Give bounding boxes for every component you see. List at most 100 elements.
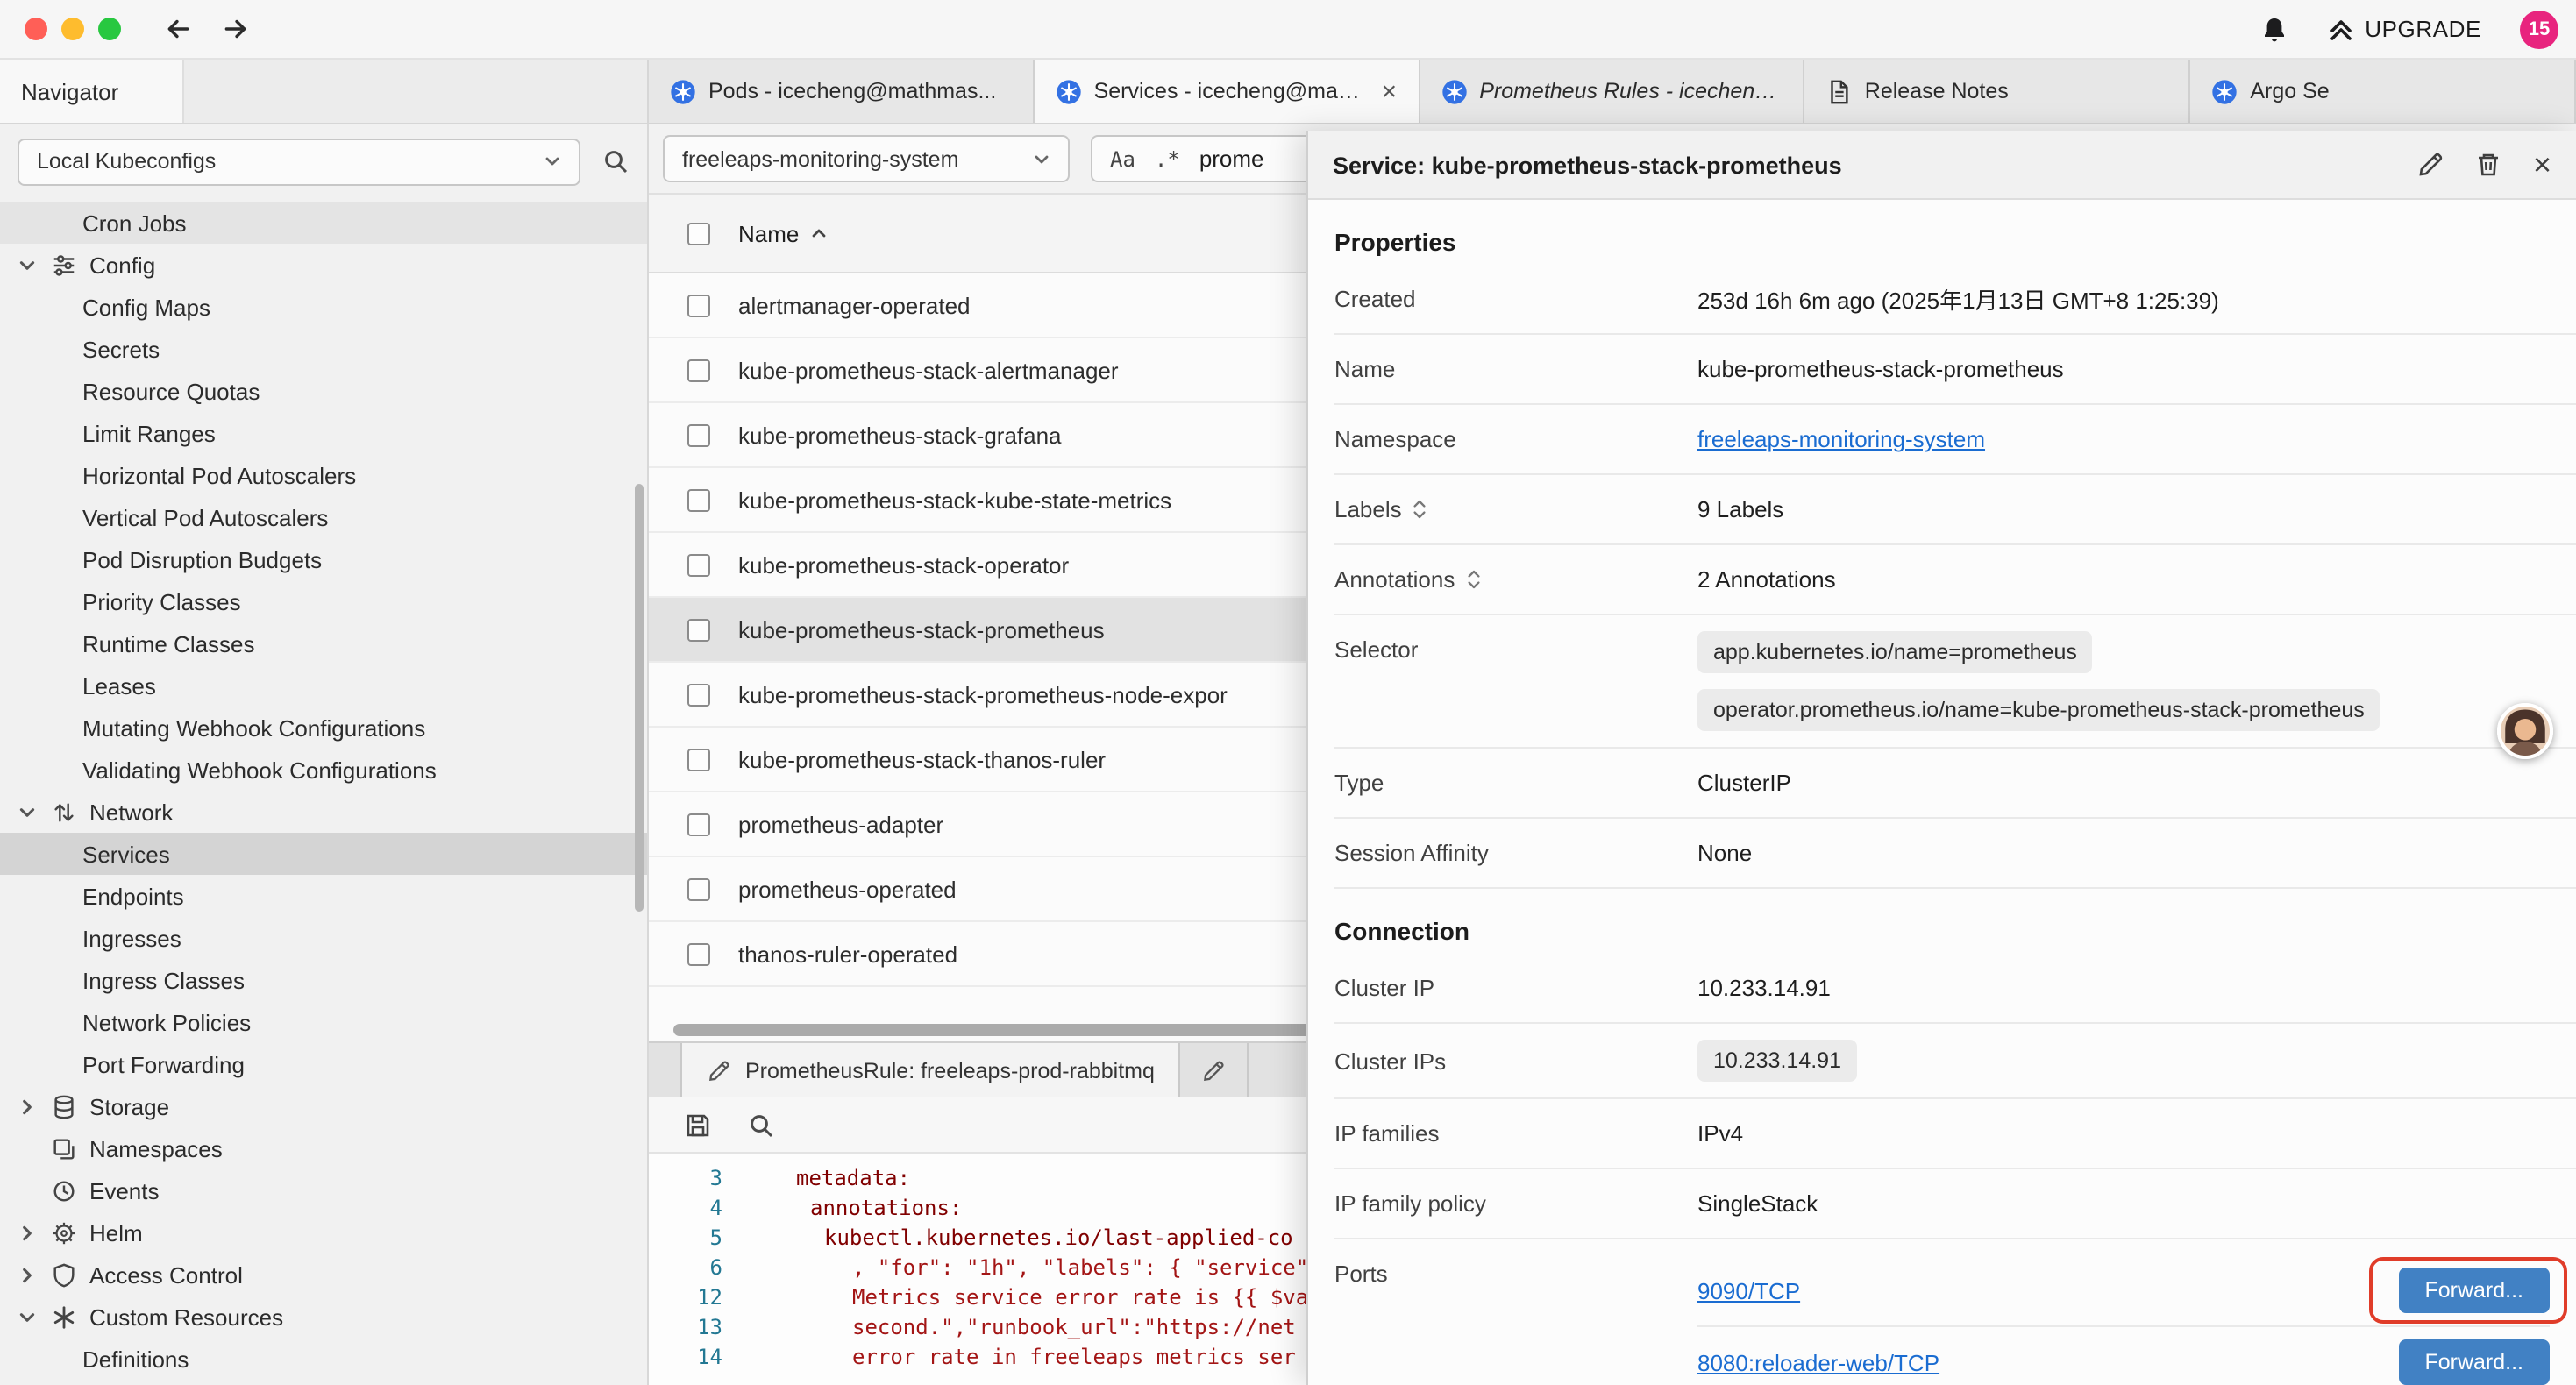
row-checkbox[interactable] — [687, 553, 710, 576]
kubernetes-icon — [670, 78, 696, 104]
chevron-down-icon[interactable] — [16, 255, 39, 274]
sidebar-item-ingresses[interactable]: Ingresses — [0, 917, 647, 959]
shield-icon — [51, 1261, 77, 1288]
sidebar-item-label: Cron Jobs — [82, 210, 187, 236]
sidebar-item-mutating-webhook-configurations[interactable]: Mutating Webhook Configurations — [0, 707, 647, 749]
detail-row-labels: Labels9 Labels — [1334, 475, 2576, 545]
namespace-filter-dropdown[interactable]: freeleaps-monitoring-system — [663, 135, 1070, 182]
close-icon[interactable]: × — [2533, 149, 2551, 181]
service-name: prometheus-operated — [738, 876, 957, 902]
sidebar-item-network[interactable]: Network — [0, 791, 647, 833]
sidebar-item-secrets[interactable]: Secrets — [0, 328, 647, 370]
forward-button[interactable]: Forward... — [2398, 1339, 2550, 1385]
dock-tab-prometheusrule[interactable]: PrometheusRule: freeleaps-prod-rabbitmq — [680, 1043, 1181, 1097]
sidebar-search-icon[interactable] — [601, 147, 630, 175]
chevron-down-icon — [1033, 150, 1050, 167]
edit-pencil-icon[interactable] — [2417, 151, 2445, 179]
editor-search-icon[interactable] — [747, 1111, 775, 1139]
sidebar-item-runtime-classes[interactable]: Runtime Classes — [0, 622, 647, 664]
name-column-header[interactable]: Name — [738, 220, 827, 246]
code-text: error rate in freeleaps metrics ser — [747, 1343, 1296, 1373]
notification-count-badge[interactable]: 15 — [2520, 10, 2558, 48]
tab-prometheus-rules-icecheng[interactable]: Prometheus Rules - icecheng... — [1420, 60, 1805, 123]
section-title-properties: Properties — [1334, 228, 2576, 256]
sidebar-item-priority-classes[interactable]: Priority Classes — [0, 580, 647, 622]
sidebar-item-port-forwarding[interactable]: Port Forwarding — [0, 1043, 647, 1085]
sidebar-item-label: Network — [89, 799, 173, 825]
detail-value: ClusterIP — [1697, 770, 2550, 796]
row-checkbox[interactable] — [687, 359, 710, 381]
row-checkbox[interactable] — [687, 294, 710, 316]
detail-row-annotations: Annotations2 Annotations — [1334, 545, 2576, 615]
row-checkbox[interactable] — [687, 813, 710, 835]
tab-argo-se[interactable]: Argo Se — [2190, 60, 2576, 123]
select-all-checkbox[interactable] — [687, 222, 710, 245]
sidebar-item-custom-resources[interactable]: Custom Resources — [0, 1296, 647, 1338]
detail-value: None — [1697, 840, 2550, 866]
row-checkbox[interactable] — [687, 683, 710, 706]
forward-arrow-icon[interactable] — [221, 14, 251, 44]
sidebar-item-resource-quotas[interactable]: Resource Quotas — [0, 370, 647, 412]
sidebar-scrollbar[interactable] — [635, 484, 644, 912]
value-badge: app.kubernetes.io/name=prometheus — [1697, 631, 2093, 673]
sidebar-item-definitions[interactable]: Definitions — [0, 1338, 647, 1380]
window-zoom-button[interactable] — [98, 18, 121, 40]
row-checkbox[interactable] — [687, 488, 710, 511]
tab-pods-icecheng-mathmas[interactable]: Pods - icecheng@mathmas... — [649, 60, 1035, 123]
port-link-8080-reloader-web-tcp[interactable]: 8080:reloader-web/TCP — [1697, 1349, 1939, 1375]
kubeconfig-selector[interactable]: Local Kubeconfigs — [18, 138, 580, 185]
sidebar-item-helm[interactable]: Helm — [0, 1211, 647, 1254]
user-avatar[interactable] — [2497, 703, 2553, 759]
sidebar-item-config-maps[interactable]: Config Maps — [0, 286, 647, 328]
sidebar-item-label: Events — [89, 1177, 160, 1204]
updown-mini-icon[interactable] — [1465, 568, 1481, 591]
chevron-right-icon[interactable] — [16, 1265, 39, 1284]
chevron-right-icon[interactable] — [16, 1223, 39, 1242]
back-arrow-icon[interactable] — [163, 14, 193, 44]
updown-mini-icon[interactable] — [1413, 498, 1428, 521]
forward-button[interactable]: Forward... — [2398, 1268, 2550, 1313]
chevron-down-icon[interactable] — [16, 802, 39, 821]
sidebar-item-horizontal-pod-autoscalers[interactable]: Horizontal Pod Autoscalers — [0, 454, 647, 496]
sidebar-item-pod-disruption-budgets[interactable]: Pod Disruption Budgets — [0, 538, 647, 580]
delete-trash-icon[interactable] — [2475, 151, 2503, 179]
sidebar-item-services[interactable]: Services — [0, 833, 647, 875]
window-close-button[interactable] — [25, 18, 47, 40]
detail-value: IPv4 — [1697, 1120, 2550, 1147]
sidebar-item-endpoints[interactable]: Endpoints — [0, 875, 647, 917]
port-link-9090-tcp[interactable]: 9090/TCP — [1697, 1277, 1800, 1303]
sidebar-item-namespaces[interactable]: Namespaces — [0, 1127, 647, 1169]
window-minimize-button[interactable] — [61, 18, 84, 40]
row-checkbox[interactable] — [687, 618, 710, 641]
sidebar-item-ingress-classes[interactable]: Ingress Classes — [0, 959, 647, 1001]
dock-tab-partial[interactable] — [1181, 1043, 1249, 1097]
sidebar-item-validating-webhook-configurations[interactable]: Validating Webhook Configurations — [0, 749, 647, 791]
chevron-right-icon[interactable] — [16, 1097, 39, 1116]
row-checkbox[interactable] — [687, 877, 710, 900]
save-icon[interactable] — [684, 1111, 712, 1139]
sidebar-item-cron-jobs[interactable]: Cron Jobs — [0, 202, 647, 244]
sidebar-item-storage[interactable]: Storage — [0, 1085, 647, 1127]
tab-release-notes[interactable]: Release Notes — [1805, 60, 2191, 123]
sidebar-item-leases[interactable]: Leases — [0, 664, 647, 707]
sidebar-item-config[interactable]: Config — [0, 244, 647, 286]
row-checkbox[interactable] — [687, 423, 710, 446]
regex-toggle[interactable]: .* — [1155, 146, 1180, 171]
tab-close-icon[interactable]: × — [1382, 76, 1398, 106]
sidebar-item-limit-ranges[interactable]: Limit Ranges — [0, 412, 647, 454]
navigator-tab[interactable]: Navigator — [0, 60, 184, 123]
sidebar-item-vertical-pod-autoscalers[interactable]: Vertical Pod Autoscalers — [0, 496, 647, 538]
tab-services-icecheng-math[interactable]: Services - icecheng@math...× — [1035, 60, 1420, 123]
sidebar-item-events[interactable]: Events — [0, 1169, 647, 1211]
navigator-sidebar: Local Kubeconfigs Cron Jobs ConfigConfig … — [0, 124, 649, 1385]
document-icon — [1826, 78, 1853, 104]
chevron-down-icon[interactable] — [16, 1307, 39, 1326]
row-checkbox[interactable] — [687, 942, 710, 965]
sidebar-item-network-policies[interactable]: Network Policies — [0, 1001, 647, 1043]
notifications-bell-icon[interactable] — [2259, 15, 2288, 43]
namespace-link[interactable]: freeleaps-monitoring-system — [1697, 426, 1985, 452]
upgrade-button[interactable]: UPGRADE — [2326, 15, 2481, 43]
sidebar-item-access-control[interactable]: Access Control — [0, 1254, 647, 1296]
row-checkbox[interactable] — [687, 748, 710, 771]
match-case-toggle[interactable]: Aa — [1110, 146, 1135, 171]
